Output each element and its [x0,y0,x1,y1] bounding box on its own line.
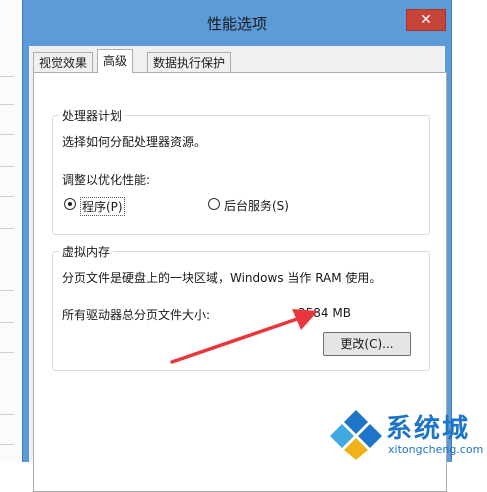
tab-label: 高级 [103,54,128,68]
xitongcheng-watermark: 系统城 xitongcheng.com [330,408,484,460]
xitongcheng-logo-icon [330,410,382,460]
tab-advanced[interactable]: 高级 [97,49,134,73]
annotation-arrow [170,309,318,364]
watermark-text-cn: 系统城 [386,414,471,444]
watermark-text-en: xitongcheng.com [388,443,484,456]
